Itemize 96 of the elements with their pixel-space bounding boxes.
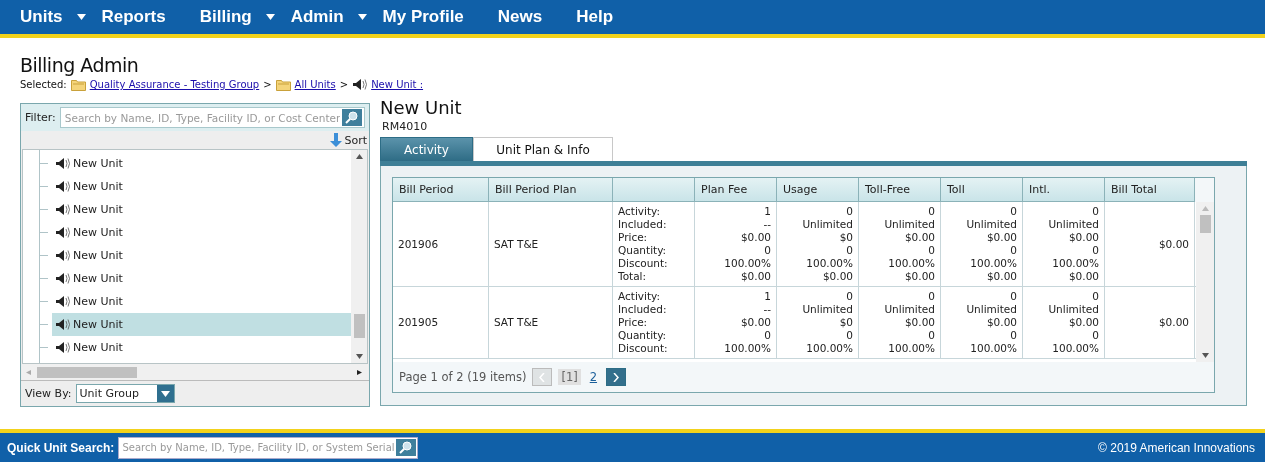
down-arrow-icon	[330, 133, 343, 147]
left-triangle-icon[interactable]	[26, 369, 33, 375]
speaker-icon	[55, 249, 70, 262]
caret-icon	[357, 14, 367, 20]
vertical-scrollbar[interactable]	[1196, 202, 1214, 362]
table-cell: $0.00	[1105, 287, 1195, 358]
speaker-icon	[55, 341, 70, 354]
view-by-label: View By:	[25, 387, 72, 400]
right-triangle-icon[interactable]	[357, 369, 364, 375]
speaker-icon	[55, 318, 70, 331]
vertical-scrollbar[interactable]	[351, 150, 367, 363]
nav-link[interactable]: Admin	[290, 7, 383, 27]
table-cell: Activity: Included: Price: Quantity: Discount:	[613, 287, 695, 358]
unit-code: RM4010	[382, 120, 429, 133]
view-by-dropdown[interactable]: Unit Group	[75, 384, 175, 403]
table-cell: 0 Unlimited $0 0 100.00% $0.00	[777, 202, 859, 286]
column-header[interactable]: Intl.	[1023, 178, 1105, 202]
speaker-icon	[55, 180, 70, 193]
nav-link[interactable]: Units	[20, 7, 102, 27]
caret-icon	[265, 14, 275, 20]
column-header[interactable]: Bill Total	[1105, 178, 1195, 202]
up-triangle-icon[interactable]	[355, 154, 363, 159]
tree-item[interactable]: New Unit	[52, 244, 351, 267]
down-triangle-icon[interactable]	[355, 354, 363, 359]
table-cell: 1 -- $0.00 0 100.00%	[695, 287, 777, 358]
breadcrumb-link[interactable]: Quality Assurance - Testing Group	[89, 79, 260, 90]
column-header[interactable]: Toll	[941, 178, 1023, 202]
page-title: Billing Admin	[20, 54, 140, 76]
table-cell: 0 Unlimited $0 0 100.00%	[777, 287, 859, 358]
nav-link[interactable]: Help	[576, 7, 648, 27]
breadcrumb-separator: >	[339, 79, 349, 90]
tree-item[interactable]: New Unit	[52, 290, 351, 313]
page-link[interactable]: 2	[586, 369, 601, 385]
table-cell: 0 Unlimited $0.00 0 100.00% $0.00	[1023, 202, 1105, 286]
column-header[interactable]: Plan Fee	[695, 178, 777, 202]
search-icon[interactable]	[396, 439, 417, 456]
column-header[interactable]: Bill Period	[393, 178, 489, 202]
page-summary: Page 1 of 2 (19 items)	[399, 370, 527, 384]
table-cell: SAT T&E	[489, 202, 613, 286]
unit-title: New Unit	[380, 97, 463, 118]
speaker-icon	[55, 226, 70, 239]
scrollbar-thumb[interactable]	[353, 314, 365, 338]
column-header[interactable]: Bill Period Plan	[489, 178, 613, 202]
sort-button[interactable]: Sort	[344, 133, 367, 147]
table-cell: $0.00	[1105, 202, 1195, 286]
speaker-icon	[55, 157, 70, 170]
table-cell: 0 Unlimited $0.00 0 100.00%	[859, 287, 941, 358]
search-icon[interactable]	[342, 109, 362, 126]
filter-label: Filter:	[25, 111, 56, 124]
tree-item[interactable]: New Unit	[52, 198, 351, 221]
table-cell: Activity: Included: Price: Quantity: Discount: Total:	[613, 202, 695, 286]
nav-link[interactable]: News	[497, 7, 577, 27]
tree-item[interactable]: New Unit	[52, 221, 351, 244]
tree-item[interactable]: New Unit	[52, 267, 351, 290]
column-header[interactable]: Usage	[777, 178, 859, 202]
breadcrumb-link[interactable]: New Unit :	[371, 79, 424, 90]
table-cell: 0 Unlimited $0.00 0 100.00%	[941, 287, 1023, 358]
tree-item[interactable]: New Unit	[52, 175, 351, 198]
table-cell: 1 -- $0.00 0 100.00% $0.00	[695, 202, 777, 286]
tab[interactable]: Activity	[380, 137, 473, 161]
speaker-icon	[352, 78, 368, 91]
tree-item[interactable]: New Unit	[52, 336, 351, 359]
tab[interactable]: Unit Plan & Info	[473, 137, 613, 161]
nav-link[interactable]: Reports	[101, 7, 200, 27]
nav-link[interactable]: My Profile	[382, 7, 498, 27]
speaker-icon	[55, 203, 70, 216]
caret-icon	[76, 14, 86, 20]
table-cell: 201906	[393, 202, 489, 286]
breadcrumb-link[interactable]: All Units	[294, 79, 336, 90]
table-cell: SAT T&E	[489, 287, 613, 358]
folder-icon	[70, 78, 86, 91]
column-header[interactable]: Toll-Free	[859, 178, 941, 202]
column-header[interactable]	[613, 178, 695, 202]
tree-item[interactable]: New Unit	[52, 152, 351, 175]
nav-link[interactable]: Billing	[199, 7, 291, 27]
page-link[interactable]: [1]	[558, 369, 581, 385]
caret-icon	[160, 390, 170, 397]
folder-icon	[275, 78, 291, 91]
breadcrumb-label: Selected:	[20, 79, 67, 90]
chevron-left-icon	[539, 372, 546, 382]
tree-item[interactable]: New Unit	[52, 313, 351, 336]
quick-search-label: Quick Unit Search:	[7, 440, 115, 455]
next-page-button[interactable]	[606, 368, 627, 386]
table-cell: 0 Unlimited $0.00 0 100.00% $0.00	[941, 202, 1023, 286]
table-cell: 0 Unlimited $0.00 0 100.00%	[1023, 287, 1105, 358]
breadcrumb-separator: >	[263, 79, 272, 90]
scrollbar-thumb[interactable]	[37, 366, 137, 378]
scrollbar-thumb[interactable]	[1199, 215, 1211, 233]
table-cell: 201905	[393, 287, 489, 358]
copyright-text: © 2019 American Innovations	[1098, 440, 1255, 455]
chevron-right-icon	[613, 372, 620, 382]
table-cell: 0 Unlimited $0.00 0 100.00% $0.00	[859, 202, 941, 286]
previous-page-button[interactable]	[532, 368, 553, 386]
speaker-icon	[55, 272, 70, 285]
down-triangle-icon[interactable]	[1201, 353, 1209, 358]
speaker-icon	[55, 295, 70, 308]
